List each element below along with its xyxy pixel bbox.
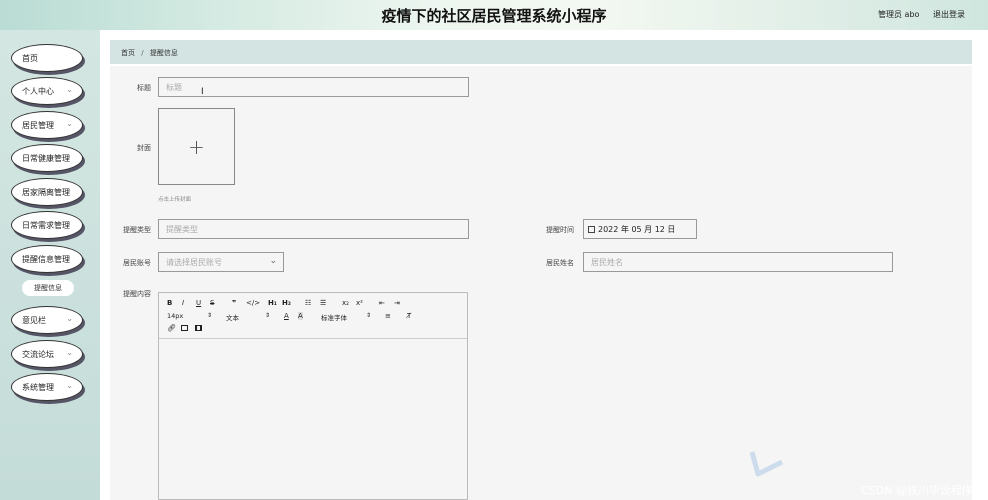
sidebar-item-label: 日常需求管理 (22, 220, 70, 230)
sidebar-item-daily-health[interactable]: 日常健康管理 (11, 144, 83, 172)
type-label: 提醒类型 (123, 226, 151, 234)
app-title: 疫情下的社区居民管理系统小程序 (381, 7, 607, 25)
account-select[interactable]: 请选择居民账号 ⌄ (158, 252, 284, 272)
app-header: 疫情下的社区居民管理系统小程序 管理员 abo 退出登录 (0, 0, 988, 30)
underline-button[interactable]: U (196, 299, 201, 307)
breadcrumb-separator: / (141, 49, 144, 57)
sidebar-item-reminders[interactable]: 提醒信息管理 (11, 245, 83, 273)
name-label: 居民姓名 (546, 259, 574, 267)
sidebar-item-forum[interactable]: 交流论坛 ⌄ (11, 340, 83, 368)
time-picker[interactable]: 2022 年 05 月 12 日 (583, 219, 697, 239)
strikethrough-button[interactable]: S (210, 299, 214, 307)
watermark-text: CSDN @铁川毕设程序 (861, 484, 973, 497)
sidebar-item-profile[interactable]: 个人中心 ⌄ (11, 77, 83, 105)
sidebar-item-home-isolation[interactable]: 居家隔离管理 (11, 178, 83, 206)
clear-format-button[interactable]: T̸ (407, 312, 411, 320)
logout-link[interactable]: 退出登录 (933, 9, 965, 20)
bold-button[interactable]: B (167, 299, 172, 307)
title-label: 标题 (137, 84, 151, 92)
title-input[interactable]: 标题 (158, 77, 469, 97)
block-format-select[interactable]: 文本 (226, 312, 239, 322)
calendar-icon (588, 225, 595, 233)
bullet-list-button[interactable]: ☰ (320, 299, 326, 307)
time-label: 提醒时间 (546, 226, 574, 234)
chevron-down-icon: ⌄ (66, 348, 73, 357)
sidebar-item-label: 日常健康管理 (22, 153, 70, 163)
breadcrumb-home[interactable]: 首页 (121, 49, 135, 57)
editor-toolbar: B I U S ❞ </> H₁ H₂ ☷ ☰ x₂ x² ⇤ ⇥ 14px ⇕… (159, 293, 467, 339)
chevron-down-icon: ⌄ (269, 256, 277, 266)
subscript-button[interactable]: x₂ (342, 299, 349, 307)
sidebar-item-residents[interactable]: 居民管理 ⌄ (11, 111, 83, 139)
account-select-placeholder: 请选择居民账号 (166, 257, 222, 267)
content-label: 提醒内容 (123, 290, 151, 298)
chevron-down-icon: ⌄ (66, 119, 73, 128)
font-family-select[interactable]: 标准字体 (321, 312, 347, 322)
cover-upload[interactable]: + (158, 108, 235, 185)
code-button[interactable]: </> (246, 299, 260, 307)
sidebar: 首页 个人中心 ⌄ 居民管理 ⌄ 日常健康管理 居家隔离管理 日常需求管理 提醒… (0, 30, 100, 500)
plus-icon: + (188, 134, 205, 159)
sidebar-item-feedback[interactable]: 意见栏 ⌄ (11, 306, 83, 334)
sidebar-subitem-reminder-info[interactable]: 提醒信息 (22, 280, 74, 296)
heading2-button[interactable]: H₂ (282, 299, 291, 307)
account-label: 居民账号 (123, 259, 151, 267)
heading1-button[interactable]: H₁ (268, 299, 277, 307)
blockquote-button[interactable]: ❞ (232, 299, 236, 307)
chevron-down-icon: ⌄ (66, 314, 73, 323)
type-input[interactable]: 提醒类型 (158, 219, 469, 239)
sidebar-item-label: 系统管理 (22, 382, 54, 392)
time-value: 2022 年 05 月 12 日 (598, 224, 676, 234)
chevron-updown-icon: ⇕ (366, 312, 372, 319)
chevron-updown-icon: ⇕ (207, 312, 213, 319)
sidebar-item-label: 提醒信息管理 (22, 254, 70, 264)
superscript-button[interactable]: x² (356, 299, 363, 307)
italic-button[interactable]: I (182, 299, 184, 307)
name-input[interactable]: 居民姓名 (583, 252, 893, 272)
chevron-down-icon: ⌄ (66, 85, 73, 94)
chevron-updown-icon: ⇕ (265, 312, 271, 319)
chevron-down-icon: ⌄ (66, 381, 73, 390)
cover-label: 封面 (137, 144, 151, 152)
text-cursor-icon: I (201, 87, 204, 97)
breadcrumb-bar: 首页 / 提醒信息 (110, 40, 972, 64)
sidebar-item-label: 交流论坛 (22, 349, 54, 359)
admin-username: 管理员 abo (878, 10, 920, 19)
indent-button[interactable]: ⇥ (394, 299, 400, 307)
sidebar-item-label: 意见栏 (22, 315, 46, 325)
background-color-button[interactable]: A (298, 312, 303, 320)
font-size-select[interactable]: 14px (167, 312, 183, 320)
link-icon[interactable]: 🔗︎ (167, 324, 176, 332)
align-button[interactable]: ≡ (385, 312, 391, 320)
sidebar-item-label: 个人中心 (22, 86, 54, 96)
cover-hint: 点击上传封面 (158, 197, 192, 203)
sidebar-item-home[interactable]: 首页 (11, 44, 83, 72)
font-color-button[interactable]: A (284, 312, 289, 320)
video-icon[interactable] (195, 325, 202, 333)
sidebar-item-daily-needs[interactable]: 日常需求管理 (11, 211, 83, 239)
decorative-logo-icon (749, 451, 784, 477)
breadcrumb: 首页 / 提醒信息 (121, 48, 178, 58)
ordered-list-button[interactable]: ☷ (305, 299, 311, 307)
sidebar-item-system[interactable]: 系统管理 ⌄ (11, 373, 83, 401)
sidebar-item-label: 居家隔离管理 (22, 187, 70, 197)
outdent-button[interactable]: ⇤ (379, 299, 385, 307)
sidebar-item-label: 居民管理 (22, 120, 54, 130)
sidebar-item-label: 首页 (22, 53, 38, 63)
breadcrumb-current: 提醒信息 (149, 49, 178, 57)
image-icon[interactable] (181, 325, 188, 333)
rich-text-editor[interactable]: B I U S ❞ </> H₁ H₂ ☷ ☰ x₂ x² ⇤ ⇥ 14px ⇕… (158, 292, 468, 500)
